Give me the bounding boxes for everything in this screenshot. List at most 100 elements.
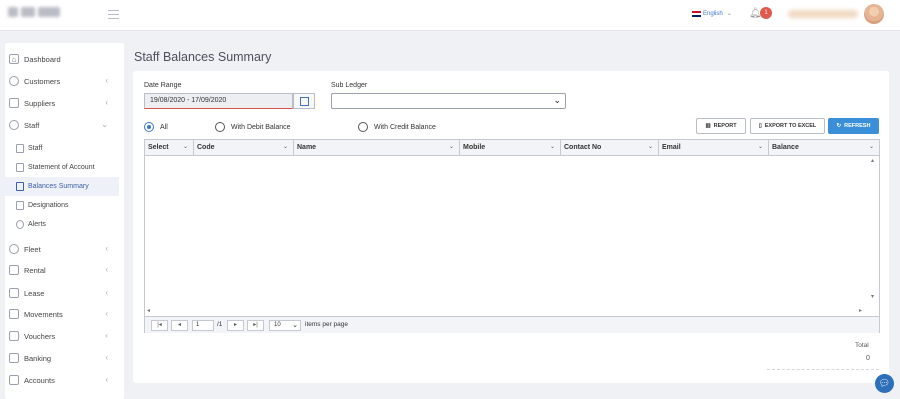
layers-icon [9, 288, 19, 298]
sidebar-subitem-balances-summary[interactable]: Balances Summary [0, 177, 119, 196]
date-range-input[interactable]: 19/08/2020 - 17/09/2020 [144, 93, 293, 109]
radio-credit-balance[interactable]: With Credit Balance [358, 122, 436, 132]
bell-icon[interactable]: 🔔︎ [749, 9, 762, 19]
refresh-button[interactable]: ↻ REFRESH [828, 118, 879, 134]
sidebar-item-customers[interactable]: Customers ‹ [0, 71, 119, 91]
radio-indicator [144, 122, 154, 132]
ledger-icon [9, 375, 19, 385]
date-range-label: Date Range [144, 82, 182, 89]
page-size-select[interactable]: 10 ⌄ [269, 320, 301, 331]
sidebar-subitem-label: Alerts [28, 221, 46, 228]
sidebar-item-fleet[interactable]: Fleet ‹ [0, 239, 119, 259]
menu-toggle-icon[interactable] [108, 10, 119, 19]
sidebar-item-label: Rental [24, 265, 46, 275]
radio-debit-balance[interactable]: With Debit Balance [215, 122, 291, 132]
scroll-right-icon[interactable]: ▸ [859, 307, 862, 314]
report-button-label: REPORT [713, 123, 737, 129]
previous-page-button[interactable]: ◂ [171, 320, 188, 331]
chevron-down-icon: ⌄ [757, 144, 763, 150]
language-selector[interactable]: English ⌄ [692, 10, 732, 17]
balances-grid: Select ⌄ Code ⌄ Name ⌄ Mobile ⌄ Contact No ⌄ … [144, 139, 880, 333]
column-header-code[interactable]: Code ⌄ [194, 140, 294, 155]
notification-badge[interactable]: 1 [760, 7, 772, 19]
alert-icon [16, 220, 24, 229]
sidebar-item-rental[interactable]: Rental ‹ [0, 260, 119, 280]
chevron-down-icon: ⌄ [553, 95, 561, 105]
export-excel-button[interactable]: ▯ EXPORT TO EXCEL [750, 118, 825, 134]
chevron-down-icon: ⌄ [726, 11, 732, 17]
document-icon [16, 163, 24, 172]
sidebar-subitem-statement-of-account[interactable]: Statement of Account [0, 158, 119, 177]
sidebar-item-staff[interactable]: Staff ⌄ [0, 115, 119, 135]
column-header-balance[interactable]: Balance ⌄ [769, 140, 879, 155]
folder-icon [9, 353, 19, 363]
page-number-input[interactable]: 1 [192, 320, 214, 331]
scroll-down-icon[interactable]: ▾ [871, 293, 874, 300]
column-title: Name [297, 144, 317, 151]
scroll-left-icon[interactable]: ◂ [147, 307, 150, 314]
column-title: Select [148, 144, 169, 151]
home-icon: ⌂ [9, 54, 19, 64]
chevron-left-icon: ‹ [105, 353, 108, 362]
column-title: Email [662, 144, 681, 151]
chevron-left-icon: ‹ [105, 309, 108, 318]
sidebar-subitem-staff[interactable]: Staff [0, 139, 119, 158]
company-logo[interactable] [8, 7, 68, 21]
report-button[interactable]: ▥ REPORT [696, 118, 746, 134]
radio-label: With Credit Balance [374, 123, 436, 131]
calendar-icon [9, 265, 19, 275]
users-icon [9, 76, 19, 86]
scroll-up-icon[interactable]: ▴ [871, 157, 874, 164]
chevron-left-icon: ‹ [105, 331, 108, 340]
chevron-left-icon: ‹ [105, 265, 108, 274]
sidebar-item-vouchers[interactable]: Vouchers ‹ [0, 326, 119, 346]
next-page-button[interactable]: ▸ [227, 320, 244, 331]
column-header-email[interactable]: Email ⌄ [659, 140, 769, 155]
page-size-value: 10 [274, 322, 281, 328]
radio-label: All [160, 123, 168, 131]
chevron-down-icon: ⌄ [448, 144, 454, 150]
last-page-button[interactable]: ▸| [247, 320, 264, 331]
sidebar-item-dashboard[interactable]: ⌂ Dashboard [0, 49, 119, 69]
sidebar-item-accounts[interactable]: Accounts ‹ [0, 370, 119, 390]
refresh-icon: ↻ [836, 123, 842, 129]
chat-icon[interactable]: 💬︎ [875, 374, 894, 393]
horizontal-scrollbar[interactable]: ◂ ▸ [145, 306, 879, 316]
page-count: /1 [217, 321, 223, 328]
vertical-scrollbar[interactable]: ▴ ▾ [869, 156, 879, 306]
sidebar-item-movements[interactable]: Movements ‹ [0, 304, 119, 324]
sidebar-subitem-label: Designations [28, 202, 69, 209]
chevron-left-icon: ‹ [105, 288, 108, 297]
column-header-name[interactable]: Name ⌄ [294, 140, 460, 155]
date-picker-button[interactable] [293, 93, 315, 109]
document-icon [16, 201, 24, 210]
sidebar-subitem-alerts[interactable]: Alerts [0, 215, 119, 234]
radio-all[interactable]: All [144, 122, 168, 132]
radio-indicator [358, 122, 368, 132]
column-title: Contact No [564, 144, 602, 151]
sub-ledger-select[interactable]: ⌄ [331, 93, 566, 109]
chevron-down-icon: ⌄ [549, 144, 555, 150]
sidebar-item-banking[interactable]: Banking ‹ [0, 348, 119, 368]
column-header-select[interactable]: Select ⌄ [145, 140, 194, 155]
sidebar-subitem-designations[interactable]: Designations [0, 196, 119, 215]
grid-pager: |◂ ◂ 1 /1 ▸ ▸| 10 ⌄ items per page [145, 316, 879, 333]
radio-label: With Debit Balance [231, 123, 291, 131]
first-page-button[interactable]: |◂ [151, 320, 168, 331]
export-button-label: EXPORT TO EXCEL [764, 123, 817, 129]
chevron-left-icon: ‹ [105, 98, 108, 107]
document-icon [16, 182, 24, 191]
column-header-mobile[interactable]: Mobile ⌄ [460, 140, 561, 155]
chevron-down-icon: ⌄ [868, 144, 874, 150]
user-name[interactable] [788, 10, 858, 18]
column-header-contact-no[interactable]: Contact No ⌄ [561, 140, 659, 155]
sub-ledger-label: Sub Ledger [331, 82, 368, 89]
voucher-icon [9, 331, 19, 341]
sidebar-subitem-label: Balances Summary [28, 183, 89, 190]
avatar[interactable] [864, 4, 884, 24]
grid-header: Select ⌄ Code ⌄ Name ⌄ Mobile ⌄ Contact No ⌄ … [145, 140, 879, 156]
chevron-down-icon: ⌄ [182, 144, 188, 150]
sidebar-subitem-label: Statement of Account [28, 164, 95, 171]
sidebar-item-suppliers[interactable]: Suppliers ‹ [0, 93, 119, 113]
sidebar-item-lease[interactable]: Lease ‹ [0, 283, 119, 303]
